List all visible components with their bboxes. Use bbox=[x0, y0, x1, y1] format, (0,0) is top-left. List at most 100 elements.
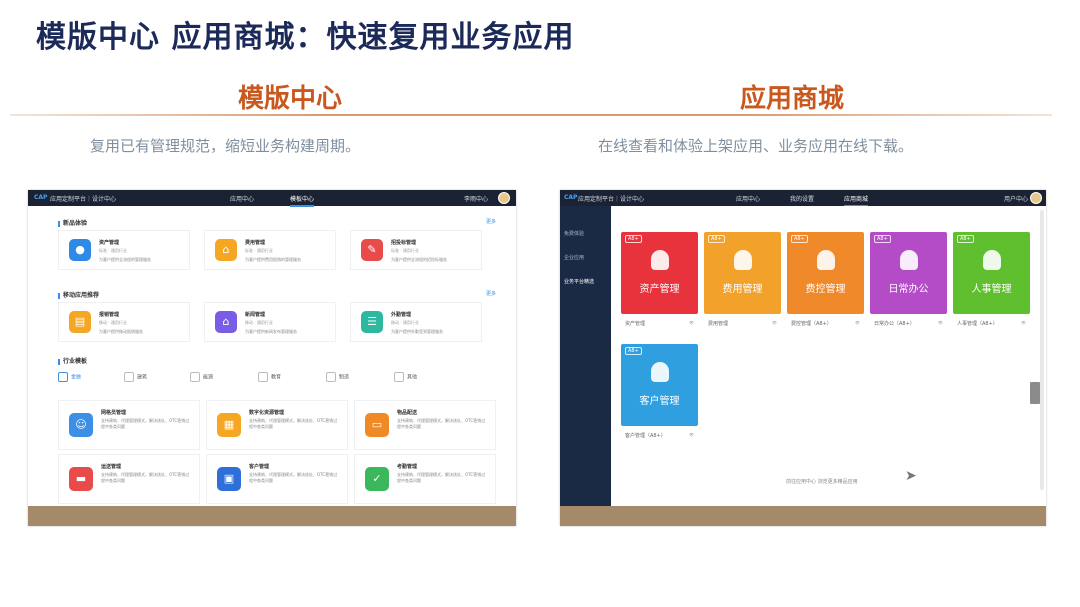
avatar[interactable] bbox=[1030, 192, 1042, 204]
app-card-customer[interactable]: A8+ 客户管理 客户管理（A8+） 👁 bbox=[621, 344, 698, 444]
tab-finance[interactable]: 金融 bbox=[58, 372, 81, 382]
industry-tabs: 金融 建筑 能源 教育 制造 其他 bbox=[58, 370, 496, 388]
scrollbar[interactable] bbox=[1040, 210, 1044, 490]
app-badge: A8+ bbox=[625, 235, 642, 243]
app-title: 资产管理 bbox=[639, 284, 680, 295]
card-name: 考勤管理 bbox=[397, 464, 418, 470]
finance-icon bbox=[58, 372, 68, 382]
app-tile: A8+ 人事管理 bbox=[953, 232, 1030, 314]
app-card-cost-control[interactable]: A8+ 费控管理 费控管理（A8+） 👁 bbox=[787, 232, 864, 332]
side-float-button[interactable] bbox=[1030, 382, 1040, 404]
app-name: 应用定制平台｜设计中心 bbox=[578, 196, 645, 203]
person-icon bbox=[983, 250, 1001, 270]
template-center-screenshot: CAP 应用定制平台｜设计中心 应用中心 模板中心 李雨中心 新品体验 更多 ●… bbox=[28, 190, 516, 526]
list-icon: ☰ bbox=[361, 311, 383, 333]
sidebar-item-enterprise[interactable]: 企业应用 bbox=[564, 254, 584, 261]
tab-education[interactable]: 教育 bbox=[258, 372, 281, 382]
app-tile: A8+ 费控管理 bbox=[787, 232, 864, 314]
card-sub: 标准 · 通用行业 bbox=[245, 248, 273, 253]
screenshot-base bbox=[560, 506, 1046, 526]
app-caption: 资产管理 bbox=[625, 321, 646, 327]
card-name: 报销管理 bbox=[99, 312, 120, 318]
industry-card[interactable]: ☺ 网格员管理 支持建筑、代理管理模式，解决选址、OTC营销过程中各类问题 bbox=[58, 400, 200, 450]
tab-manufacturing[interactable]: 制造 bbox=[326, 372, 349, 382]
card-sub: 移动 · 通用行业 bbox=[391, 320, 419, 325]
template-card[interactable]: ☰ 外勤管理 移动 · 通用行业 为客户提供外勤签到管理服务 bbox=[350, 302, 482, 342]
user-center-link[interactable]: 李雨中心 bbox=[464, 194, 488, 203]
avatar[interactable] bbox=[498, 192, 510, 204]
app-caption: 日常办公（A8+） bbox=[874, 321, 915, 327]
nav-my-settings[interactable]: 我的设置 bbox=[790, 194, 814, 203]
app-card-office[interactable]: A8+ 日常办公 日常办公（A8+） 👁 bbox=[870, 232, 947, 332]
industry-card[interactable]: ✓ 考勤管理 支持建筑、代理管理模式，解决选址、OTC营销过程中各类问题 bbox=[354, 454, 496, 504]
card-sub: 标准 · 通用行业 bbox=[99, 248, 127, 253]
box-icon: ▬ bbox=[69, 467, 93, 491]
card-name: 数字化资源管理 bbox=[249, 410, 285, 416]
tab-other[interactable]: 其他 bbox=[394, 372, 417, 382]
document-icon: ▤ bbox=[69, 311, 91, 333]
database-icon: ● bbox=[69, 239, 91, 261]
template-card[interactable]: ✎ 招投标管理 标准 · 通用行业 为客户提供全流程的招投标服务 bbox=[350, 230, 482, 270]
template-center-desc: 复用已有管理规范，缩短业务构建周期。 bbox=[90, 137, 361, 155]
nav-template-center[interactable]: 模板中心 bbox=[290, 194, 315, 207]
industry-card[interactable]: ▭ 物品配送 支持建筑、代理管理模式，解决选址、OTC营销过程中各类问题 bbox=[354, 400, 496, 450]
template-card[interactable]: ⌂ 新闻管理 移动 · 通用行业 为客户提供新闻发布管理服务 bbox=[204, 302, 336, 342]
browse-more-link[interactable]: 前往应用中心 浏览更多精品应用 bbox=[786, 478, 858, 485]
logo: CAP bbox=[34, 194, 48, 201]
template-card[interactable]: ▤ 报销管理 移动 · 通用行业 为客户提供移动报销服务 bbox=[58, 302, 190, 342]
app-badge: A8+ bbox=[708, 235, 725, 243]
card-desc: 为客户提供移动报销服务 bbox=[99, 329, 143, 334]
more-link[interactable]: 更多 bbox=[486, 290, 496, 297]
eye-icon: 👁 bbox=[1020, 320, 1026, 325]
monitor-icon: ▣ bbox=[217, 467, 241, 491]
eye-icon: 👁 bbox=[937, 320, 943, 325]
money-bag-icon bbox=[734, 250, 752, 270]
app-tile: A8+ 日常办公 bbox=[870, 232, 947, 314]
app-store-heading: 应用商城 bbox=[740, 84, 845, 114]
card-desc: 为客户提供全流程的招投标服务 bbox=[391, 257, 447, 262]
section-title-new: 新品体验 bbox=[58, 218, 87, 227]
industry-card[interactable]: ▦ 数字化资源管理 支持建筑、代理管理模式，解决选址、OTC营销过程中各类问题 bbox=[206, 400, 348, 450]
sidebar-item-free-trial[interactable]: 免费体验 bbox=[564, 230, 584, 237]
app-caption: 费用管理 bbox=[708, 321, 729, 327]
app-card-expense[interactable]: A8+ 费用管理 费用管理 👁 bbox=[704, 232, 781, 332]
card-sub: 移动 · 通用行业 bbox=[245, 320, 273, 325]
card-name: 招投标管理 bbox=[391, 240, 417, 246]
industry-card[interactable]: ▣ 客户管理 支持建筑、代理管理模式，解决选址、OTC营销过程中各类问题 bbox=[206, 454, 348, 504]
app-card-hr[interactable]: A8+ 人事管理 人事管理（A8+） 👁 bbox=[953, 232, 1030, 332]
card-desc: 支持建筑、代理管理模式，解决选址、OTC营销过程中各类问题 bbox=[101, 472, 190, 483]
template-card[interactable]: ● 资产管理 标准 · 通用行业 为客户提供全流程的管理服务 bbox=[58, 230, 190, 270]
sidebar-item-featured[interactable]: 业务平台精选 bbox=[564, 278, 594, 285]
app-store-desc: 在线查看和体验上架应用、业务应用在线下载。 bbox=[598, 137, 914, 155]
app-grid: A8+ 资产管理 资产管理 👁 A8+ 费用管理 费用管理 👁 A8+ 费控管理… bbox=[611, 206, 1046, 506]
app-caption: 客户管理（A8+） bbox=[625, 433, 666, 439]
education-icon bbox=[258, 372, 268, 382]
more-link[interactable]: 更多 bbox=[486, 218, 496, 225]
paper-plane-icon: ➤ bbox=[905, 468, 917, 484]
card-name: 资产管理 bbox=[99, 240, 120, 246]
tab-construction[interactable]: 建筑 bbox=[124, 372, 147, 382]
app-badge: A8+ bbox=[874, 235, 891, 243]
nav-app-center[interactable]: 应用中心 bbox=[736, 194, 760, 203]
truck-icon: ▭ bbox=[365, 413, 389, 437]
app-title: 费控管理 bbox=[805, 284, 846, 295]
nav-app-center[interactable]: 应用中心 bbox=[230, 194, 254, 203]
app-card-asset[interactable]: A8+ 资产管理 资产管理 👁 bbox=[621, 232, 698, 332]
card-desc: 支持建筑、代理管理模式，解决选址、OTC营销过程中各类问题 bbox=[397, 418, 486, 429]
card-name: 运送管理 bbox=[101, 464, 122, 470]
app-title: 费用管理 bbox=[722, 284, 763, 295]
people-icon bbox=[651, 362, 669, 382]
template-card[interactable]: ⌂ 费用管理 标准 · 通用行业 为客户提供费用报销的管理服务 bbox=[204, 230, 336, 270]
card-name: 物品配送 bbox=[397, 410, 418, 416]
gavel-icon: ✎ bbox=[361, 239, 383, 261]
card-sub: 移动 · 通用行业 bbox=[99, 320, 127, 325]
app-caption: 费控管理（A8+） bbox=[791, 321, 832, 327]
user-center-link[interactable]: 用户中心 bbox=[1004, 194, 1028, 203]
tab-energy[interactable]: 能源 bbox=[190, 372, 213, 382]
user-icon: ☺ bbox=[69, 413, 93, 437]
home-icon: ⌂ bbox=[215, 311, 237, 333]
industry-card[interactable]: ▬ 运送管理 支持建筑、代理管理模式，解决选址、OTC营销过程中各类问题 bbox=[58, 454, 200, 504]
section-title-mobile: 移动应用推荐 bbox=[58, 290, 99, 299]
app-caption: 人事管理（A8+） bbox=[957, 321, 998, 327]
factory-icon bbox=[326, 372, 336, 382]
